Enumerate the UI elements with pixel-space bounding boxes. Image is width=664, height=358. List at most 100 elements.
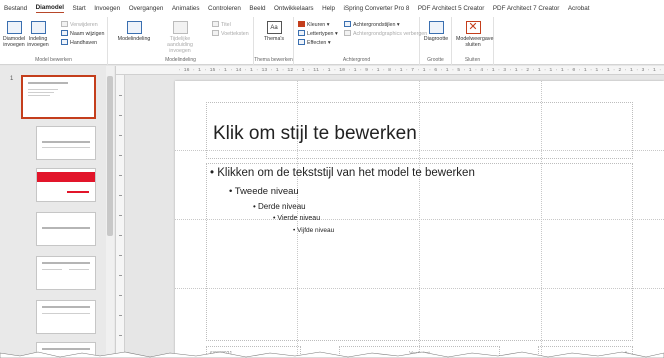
thumbnail-layout[interactable] (36, 256, 96, 290)
slide-master-icon (6, 21, 22, 34)
group-label-sluiten: Sluiten (464, 57, 481, 63)
vertical-ruler (116, 75, 125, 358)
achtergrondstijlen-button[interactable]: Achtergrondstijlen ▾ (344, 21, 400, 29)
thumbnail-layout[interactable] (36, 126, 96, 160)
lettertypen-label: Lettertypen (307, 31, 334, 37)
ribbon-tab-bar: Bestand Diamodel Start Invoegen Overgang… (0, 0, 664, 17)
modelweergave-sluiten-button[interactable]: ✕ Modelweergave sluiten (456, 21, 494, 48)
verwijderen-button[interactable]: Verwijderen (61, 21, 98, 29)
slide-title: Klik om stijl te bewerken (213, 123, 417, 144)
thumbnail-number: 1 (10, 76, 14, 82)
tab-diamodel[interactable]: Diamodel (35, 4, 64, 13)
tab-invoegen[interactable]: Invoegen (94, 5, 120, 12)
slide-master[interactable]: Klik om stijl te bewerken • Klikken om d… (175, 81, 664, 358)
tab-acrobat[interactable]: Acrobat (568, 5, 590, 12)
group-achtergrond: Kleuren ▾ Lettertypen ▾ Effecten ▾ Achte… (294, 17, 427, 65)
group-label-achtergrond: Achtergrond (342, 57, 371, 63)
diagrootte-button[interactable]: Diagrootte (423, 21, 449, 42)
handhaven-button[interactable]: Handhaven (61, 39, 97, 47)
themas-button[interactable]: Aa Thema's (260, 21, 288, 42)
chevron-down-icon: ▾ (333, 31, 338, 37)
title-placeholder[interactable]: Klik om stijl te bewerken (206, 102, 633, 159)
ribbon: Diamodel invoegen Indeling invoegen Verw… (0, 17, 664, 65)
group-label-thema: Thema bewerken (254, 57, 293, 63)
placeholder-icon (172, 21, 188, 34)
effecten-button[interactable]: Effecten ▾ (298, 39, 330, 47)
bullet-level-1: • Klikken om de tekststijl van het model… (210, 167, 475, 179)
slide-size-icon (428, 21, 444, 34)
body-placeholder[interactable]: • Klikken om de tekststijl van het model… (206, 163, 633, 341)
level-3-text: Derde niveau (258, 202, 306, 211)
group-sluiten: ✕ Modelweergave sluiten Sluiten (452, 17, 494, 65)
close-icon: ✕ (465, 21, 481, 34)
naam-wijzigen-button[interactable]: Naam wijzigen (61, 30, 104, 38)
diagrootte-label: Diagrootte (423, 36, 449, 42)
tab-animaties[interactable]: Animaties (172, 5, 200, 12)
level-4-text: Vierde niveau (277, 215, 321, 222)
torn-edge-decoration (0, 351, 664, 358)
group-label-grootte: Grootte (427, 57, 444, 63)
checkbox-icon (212, 21, 219, 27)
fonts-icon (298, 30, 305, 36)
bullet-level-3: • Derde niveau (253, 202, 306, 211)
kleuren-button[interactable]: Kleuren ▾ (298, 21, 329, 29)
tab-help[interactable]: Help (322, 5, 335, 12)
theme-icon: Aa (266, 21, 282, 34)
handhaven-label: Handhaven (70, 40, 98, 46)
achtergrondstijlen-label: Achtergrondstijlen (353, 22, 396, 28)
voetteksten-checkbox[interactable]: Voetteksten (212, 30, 249, 38)
thumbnail-layout[interactable] (36, 212, 96, 246)
level-2-text: Tweede niveau (234, 186, 299, 197)
tab-start[interactable]: Start (72, 5, 85, 12)
titel-checkbox[interactable]: Titel (212, 21, 231, 29)
voetteksten-label: Voetteksten (221, 31, 249, 37)
tab-ispring[interactable]: iSpring Converter Pro 8 (344, 5, 410, 12)
pin-icon (61, 39, 68, 45)
bullet-level-2: • Tweede niveau (229, 186, 299, 197)
level-5-text: Vijfde niveau (297, 227, 335, 234)
effects-icon (298, 39, 305, 45)
group-grootte: Diagrootte Grootte (420, 17, 452, 65)
master-layout-icon (126, 21, 142, 34)
checkbox-icon (212, 30, 219, 36)
group-thema-bewerken: Aa Thema's Thema bewerken (254, 17, 294, 65)
powerpoint-window: Bestand Diamodel Start Invoegen Overgang… (0, 0, 664, 358)
slide-thumbnail-pane: 1 (0, 66, 116, 358)
tab-beeld[interactable]: Beeld (249, 5, 265, 12)
tab-bestand[interactable]: Bestand (4, 5, 27, 12)
group-model-bewerken: Diamodel invoegen Indeling invoegen Verw… (0, 17, 108, 65)
background-styles-icon (344, 21, 351, 27)
chevron-down-icon: ▾ (325, 22, 330, 28)
tab-pdf-architect-7[interactable]: PDF Architect 7 Creator (493, 5, 560, 12)
scrollbar-thumb[interactable] (107, 76, 113, 236)
group-modelindeling: Modelindeling Tijdelijke aanduiding invo… (108, 17, 254, 65)
chevron-down-icon: ▾ (395, 22, 400, 28)
checkbox-icon (344, 30, 351, 36)
tijdelijke-aanduiding-button[interactable]: Tijdelijke aanduiding invoegen (158, 21, 202, 54)
editing-canvas: Klik om stijl te bewerken • Klikken om d… (125, 75, 664, 358)
naam-wijzigen-label: Naam wijzigen (70, 31, 105, 37)
level-1-text: Klikken om de tekststijl van het model t… (217, 167, 475, 179)
group-label-modelindeling: Modelindeling (165, 57, 196, 63)
thumbnail-layout[interactable] (36, 168, 96, 202)
modelindeling-label: Modelindeling (117, 36, 151, 42)
thumbnail-scrollbar[interactable] (106, 66, 114, 358)
modelindeling-button[interactable]: Modelindeling (114, 21, 154, 42)
colors-icon (298, 21, 305, 27)
thumbnail-master[interactable] (21, 75, 96, 119)
modelweergave-sluiten-label: Modelweergave sluiten (456, 36, 494, 48)
thumbnail-layout[interactable] (36, 300, 96, 334)
bullet-level-4: • Vierde niveau (273, 215, 321, 222)
dia-invoegen-button[interactable]: Diamodel invoegen (2, 21, 26, 48)
tab-ontwikkelaars[interactable]: Ontwikkelaars (274, 5, 314, 12)
graphics-verbergen-label: Achtergrondgraphics verbergen (353, 31, 428, 37)
tab-overgangen[interactable]: Overgangen (129, 5, 164, 12)
graphics-verbergen-checkbox[interactable]: Achtergrondgraphics verbergen (344, 30, 427, 38)
tab-pdf-architect-5[interactable]: PDF Architect 5 Creator (418, 5, 485, 12)
lettertypen-button[interactable]: Lettertypen ▾ (298, 30, 338, 38)
tab-controleren[interactable]: Controleren (208, 5, 241, 12)
kleuren-label: Kleuren (307, 22, 326, 28)
indeling-invoegen-button[interactable]: Indeling invoegen (27, 21, 49, 48)
titel-label: Titel (221, 22, 231, 28)
red-banner (37, 172, 95, 182)
